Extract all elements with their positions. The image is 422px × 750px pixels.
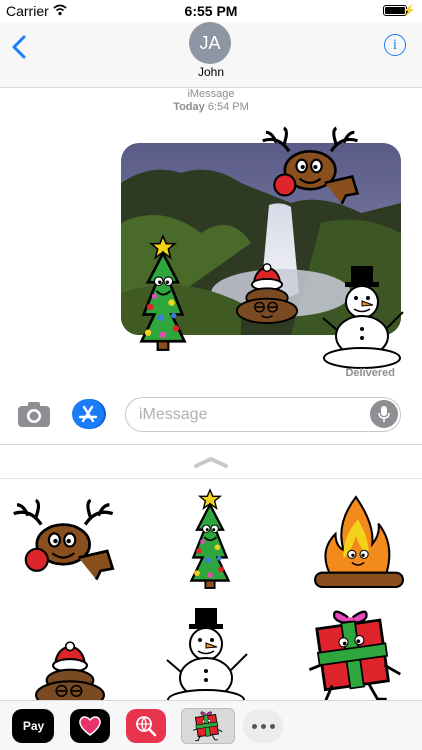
contact-name[interactable]: John [0, 65, 422, 79]
tree-sticker-placed[interactable] [135, 234, 191, 352]
christmas-stickers-app-button[interactable] [181, 708, 235, 744]
timestamp-day: Today [173, 101, 205, 113]
status-time: 6:55 PM [184, 3, 238, 19]
reindeer-sticker-placed[interactable] [253, 126, 363, 206]
web-images-button[interactable] [126, 709, 166, 743]
charging-bolt-icon: ⚡ [402, 5, 416, 17]
drawer-top-border [0, 478, 422, 479]
camera-icon[interactable] [17, 400, 51, 428]
gift-sticker[interactable] [308, 606, 404, 706]
snowman-sticker[interactable] [158, 608, 254, 712]
service-label: iMessage [187, 88, 235, 100]
timestamp-time: 6:54 PM [207, 101, 249, 113]
avatar[interactable]: JA [189, 22, 231, 64]
drawer-divider [0, 444, 422, 445]
christmas-tree-sticker[interactable] [160, 482, 260, 594]
status-bar: Carrier 6:55 PM ⚡ [0, 0, 422, 22]
gift-sticker-app-icon [192, 711, 223, 742]
drawer-expand-handle[interactable] [193, 455, 229, 469]
back-chevron-icon[interactable] [10, 34, 30, 60]
snowman-sticker-placed[interactable] [316, 266, 408, 370]
conversation-header: JA John i [0, 22, 422, 88]
globe-search-icon [136, 716, 157, 737]
more-dots-icon [251, 723, 275, 729]
microphone-icon[interactable] [370, 400, 398, 428]
poo-sticker-placed[interactable] [235, 257, 299, 329]
apple-pay-label: Pay [22, 719, 45, 733]
info-icon[interactable]: i [384, 34, 406, 56]
message-input[interactable] [125, 397, 401, 432]
apple-pay-button[interactable]: Pay [12, 709, 54, 743]
heart-icon [79, 716, 101, 736]
message-timestamp: Today 6:54 PM [0, 101, 422, 113]
digital-touch-button[interactable] [70, 709, 110, 743]
more-apps-button[interactable] [243, 709, 283, 743]
reindeer-sticker[interactable] [6, 490, 116, 590]
campfire-sticker[interactable] [313, 488, 405, 594]
app-store-icon[interactable] [71, 398, 107, 430]
delivery-status: Delivered [345, 367, 395, 379]
